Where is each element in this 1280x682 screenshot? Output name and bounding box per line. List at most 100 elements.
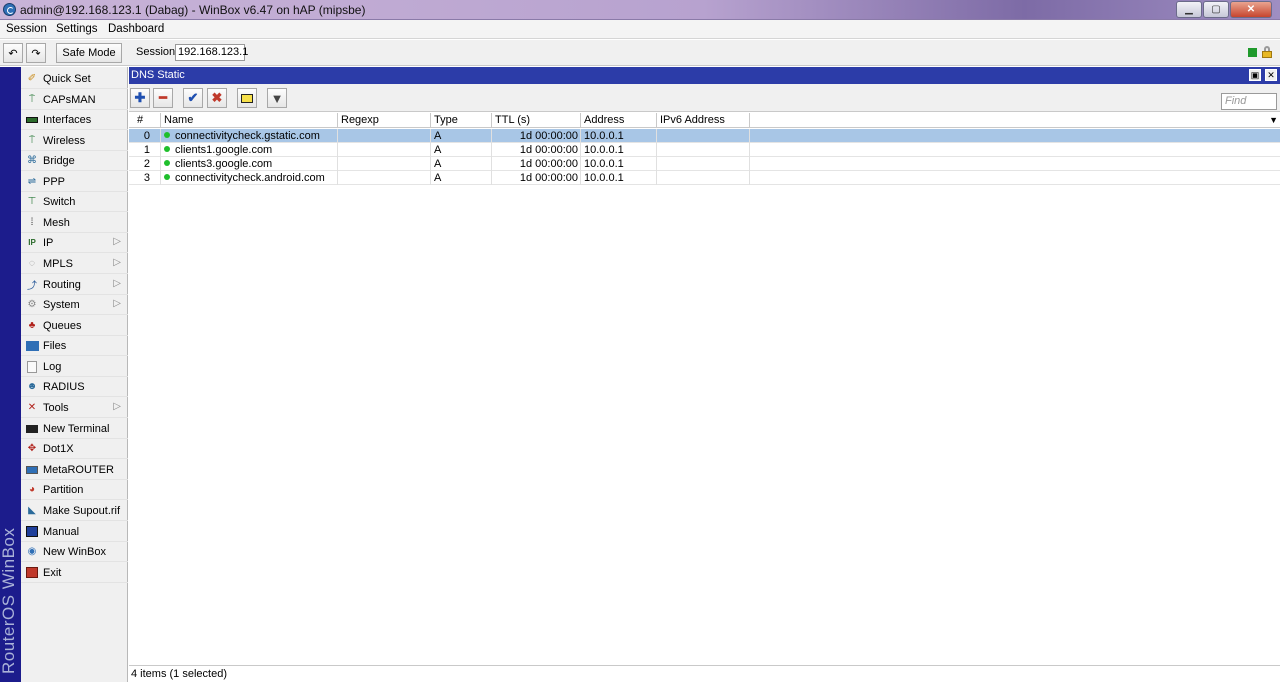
enabled-status-icon: [164, 160, 170, 167]
log-icon: [25, 360, 39, 373]
sidebar-item-ip[interactable]: IP IP ▷: [21, 233, 128, 253]
supout-icon: ◣: [28, 505, 36, 516]
switch-icon: ⊤: [27, 196, 37, 207]
panel-close-button[interactable]: ✕: [1265, 69, 1277, 81]
brand-strip: RouterOS WinBox: [0, 67, 21, 682]
sidebar-item-metarouter[interactable]: MetaROUTER: [21, 460, 128, 480]
add-button[interactable]: ✚: [130, 88, 150, 108]
row-name: clients1.google.com: [175, 144, 273, 156]
column-header-ttl[interactable]: TTL (s): [492, 113, 581, 128]
find-input[interactable]: Find: [1221, 93, 1277, 110]
column-header-ipv6-address[interactable]: IPv6 Address: [657, 113, 750, 128]
minimize-button[interactable]: ▁: [1176, 1, 1202, 18]
row-type: A: [431, 171, 492, 185]
close-icon: ✕: [1267, 70, 1275, 80]
redo-icon: ↷: [31, 47, 41, 60]
sidebar-item-routing[interactable]: ⤴ Routing ▷: [21, 275, 128, 295]
sidebar-item-mesh[interactable]: ⁞ Mesh: [21, 213, 128, 233]
panel-title-bar: DNS Static ▣ ✕: [129, 67, 1280, 84]
filter-button[interactable]: ▼: [267, 88, 287, 108]
sidebar-item-dot1x[interactable]: ✥ Dot1X: [21, 439, 128, 459]
sidebar-item-files[interactable]: Files: [21, 336, 128, 356]
sidebar-item-manual[interactable]: Manual: [21, 522, 128, 542]
enable-button[interactable]: ✔: [183, 88, 203, 108]
ppp-icon: ⇌: [27, 176, 37, 187]
system-gear-icon: ⚙: [27, 299, 37, 310]
menu-bar: Session Settings Dashboard: [0, 20, 1280, 39]
sidebar-item-interfaces[interactable]: Interfaces: [21, 110, 128, 130]
panel-title: DNS Static: [131, 69, 185, 81]
row-regexp: [338, 129, 431, 143]
minus-icon: ━: [159, 90, 167, 105]
comment-button[interactable]: [237, 88, 257, 108]
column-header-number[interactable]: #: [129, 113, 161, 128]
submenu-arrow-icon: ▷: [113, 401, 121, 412]
row-type: A: [431, 129, 492, 143]
row-name: clients3.google.com: [175, 158, 273, 170]
sidebar-item-ppp[interactable]: ⇌ PPP: [21, 172, 128, 192]
row-number: 3: [129, 171, 161, 185]
maximize-button[interactable]: ▢: [1203, 1, 1229, 18]
redo-button[interactable]: ↷: [26, 43, 46, 63]
sidebar-item-new-winbox[interactable]: ◉ New WinBox: [21, 542, 128, 562]
menu-dashboard[interactable]: Dashboard: [108, 23, 164, 35]
radius-users-icon: ☻: [26, 381, 38, 392]
sidebar-item-exit[interactable]: Exit: [21, 563, 128, 583]
sidebar-item-system[interactable]: ⚙ System ▷: [21, 295, 128, 315]
sidebar-item-log[interactable]: Log: [21, 357, 128, 377]
row-name: connectivitycheck.android.com: [175, 172, 325, 184]
window-controls: ▁ ▢ ✕: [1176, 1, 1272, 18]
row-address: 10.0.0.1: [581, 129, 657, 143]
partition-pie-icon: ◕: [28, 484, 36, 495]
row-number: 2: [129, 157, 161, 171]
table-row[interactable]: 0 connectivitycheck.gstatic.com A 1d 00:…: [129, 129, 1280, 143]
sidebar-item-wireless[interactable]: ⍑ Wireless: [21, 131, 128, 151]
remove-button[interactable]: ━: [153, 88, 173, 108]
connection-status-icon: [1248, 48, 1257, 57]
undo-button[interactable]: ↶: [3, 43, 23, 63]
sidebar-item-switch[interactable]: ⊤ Switch: [21, 192, 128, 212]
column-dropdown-icon[interactable]: ▼: [1269, 115, 1278, 125]
sidebar-item-radius[interactable]: ☻ RADIUS: [21, 377, 128, 397]
column-header-type[interactable]: Type: [431, 113, 492, 128]
table-row[interactable]: 1 clients1.google.com A 1d 00:00:00 10.0…: [129, 143, 1280, 157]
table-row[interactable]: 3 connectivitycheck.android.com A 1d 00:…: [129, 171, 1280, 185]
sidebar-item-new-terminal[interactable]: New Terminal: [21, 419, 128, 439]
column-header-regexp[interactable]: Regexp: [338, 113, 431, 128]
session-label: Session:: [136, 46, 179, 58]
sidebar-item-partition[interactable]: ◕ Partition: [21, 480, 128, 500]
sidebar-item-tools[interactable]: ✕ Tools ▷: [21, 398, 128, 418]
table-row[interactable]: 2 clients3.google.com A 1d 00:00:00 10.0…: [129, 157, 1280, 171]
submenu-arrow-icon: ▷: [113, 298, 121, 309]
comment-note-icon: [241, 93, 253, 103]
close-button[interactable]: ✕: [1230, 1, 1272, 18]
session-field[interactable]: 192.168.123.1: [175, 44, 248, 61]
sidebar-item-make-supout[interactable]: ◣ Make Supout.rif: [21, 501, 128, 521]
sidebar-item-capsman[interactable]: ⍑ CAPsMAN: [21, 90, 128, 110]
status-text: 4 items (1 selected): [131, 668, 227, 680]
folder-icon: [25, 340, 39, 352]
row-name-cell: connectivitycheck.android.com: [161, 171, 338, 185]
row-number: 0: [129, 129, 161, 143]
winbox-app-icon[interactable]: [3, 3, 16, 16]
magic-wand-icon: ✐: [27, 73, 37, 84]
ip-icon: IP: [28, 238, 36, 247]
disable-button[interactable]: ✖: [207, 88, 227, 108]
sidebar-item-queues[interactable]: ♣ Queues: [21, 316, 128, 336]
menu-settings[interactable]: Settings: [56, 23, 98, 35]
submenu-arrow-icon: ▷: [113, 278, 121, 289]
panel-restore-button[interactable]: ▣: [1249, 69, 1261, 81]
interfaces-icon: [25, 114, 39, 126]
sidebar-item-mpls[interactable]: ◌ MPLS ▷: [21, 254, 128, 274]
mpls-icon: ◌: [29, 258, 35, 269]
exit-icon: [25, 567, 39, 579]
row-ttl: 1d 00:00:00: [492, 171, 581, 185]
bridge-icon: ⌘: [27, 155, 37, 166]
submenu-arrow-icon: ▷: [113, 257, 121, 268]
safe-mode-button[interactable]: Safe Mode: [56, 43, 122, 63]
sidebar-item-quick-set[interactable]: ✐ Quick Set: [21, 69, 128, 89]
menu-session[interactable]: Session: [6, 23, 47, 35]
column-header-name[interactable]: Name: [161, 113, 338, 128]
sidebar-item-bridge[interactable]: ⌘ Bridge: [21, 151, 128, 171]
column-header-address[interactable]: Address: [581, 113, 657, 128]
